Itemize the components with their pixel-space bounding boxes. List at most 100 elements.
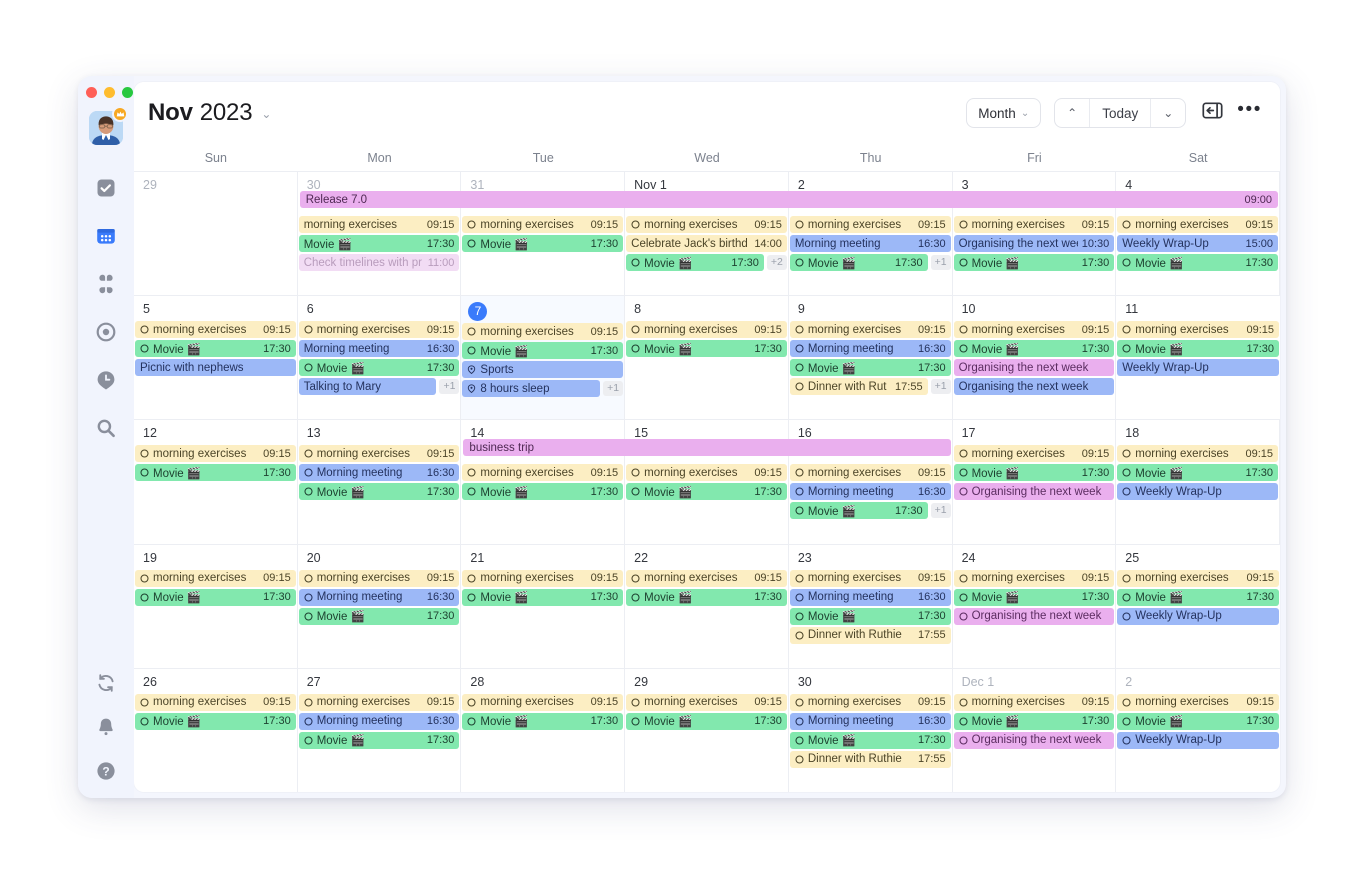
event-chip[interactable]: Morning meeting 16:30: [789, 712, 951, 730]
event-chip[interactable]: morning exercises 09:15: [789, 216, 951, 233]
task-circle-icon[interactable]: [795, 220, 804, 229]
task-circle-icon[interactable]: [795, 755, 804, 764]
event-chip[interactable]: morning exercises 09:15: [953, 321, 1115, 339]
task-circle-icon[interactable]: [140, 698, 149, 707]
task-circle-icon[interactable]: [304, 487, 313, 496]
calendar-day-cell[interactable]: 5 morning exercises 09:15 Movie 🎬 17:30 Picni…: [134, 296, 298, 420]
event-chip[interactable]: morning exercises 09:15: [789, 464, 951, 482]
calendar-day-cell[interactable]: 19 morning exercises 09:15 Movie 🎬 17:30: [134, 544, 298, 668]
event-chip[interactable]: Morning meeting 16:30: [298, 712, 460, 730]
calendar-day-cell[interactable]: 22 morning exercises 09:15 Movie 🎬 17:30: [625, 544, 789, 668]
more-events-badge[interactable]: +1: [603, 381, 624, 397]
task-circle-icon[interactable]: [959, 468, 968, 477]
event-chip[interactable]: morning exercises 09:15: [626, 216, 787, 233]
close-window-button[interactable]: [86, 87, 97, 98]
event-chip[interactable]: Organising the next week: [953, 359, 1115, 377]
event-chip[interactable]: Movie 🎬 17:30: [953, 254, 1115, 271]
event-chip[interactable]: Check timelines with pr 11:00: [298, 254, 460, 271]
task-circle-icon[interactable]: [795, 698, 804, 707]
task-circle-icon[interactable]: [795, 736, 804, 745]
event-chip[interactable]: morning exercises 09:15: [626, 569, 787, 587]
event-chip[interactable]: Movie 🎬 17:30: [953, 464, 1115, 482]
event-chip[interactable]: Movie 🎬 17:30: [626, 588, 787, 606]
task-circle-icon[interactable]: [959, 325, 968, 334]
task-circle-icon[interactable]: [959, 612, 968, 621]
task-circle-icon[interactable]: [1122, 717, 1131, 726]
event-chip[interactable]: morning exercises 09:15: [298, 693, 460, 711]
event-chip[interactable]: Picnic with nephews: [135, 359, 296, 377]
task-circle-icon[interactable]: [959, 344, 968, 353]
sidebar-item-notifications[interactable]: [93, 714, 119, 740]
task-circle-icon[interactable]: [140, 593, 149, 602]
task-circle-icon[interactable]: [959, 717, 968, 726]
event-chip[interactable]: Movie 🎬 17:30: [626, 712, 787, 730]
task-circle-icon[interactable]: [631, 717, 640, 726]
task-circle-icon[interactable]: [795, 631, 804, 640]
event-chip[interactable]: morning exercises 09:15: [626, 464, 787, 482]
task-circle-icon[interactable]: [795, 574, 804, 583]
event-chip[interactable]: Movie 🎬 17:30: [626, 340, 787, 358]
calendar-day-cell[interactable]: 18 morning exercises 09:15 Movie 🎬 17:30 Week…: [1116, 420, 1280, 544]
event-chip[interactable]: Organising the next week: [953, 483, 1115, 501]
task-circle-icon[interactable]: [631, 325, 640, 334]
event-chip[interactable]: Weekly Wrap-Up: [1117, 359, 1279, 377]
sidebar-item-tasks[interactable]: [93, 175, 119, 201]
task-circle-icon[interactable]: [467, 593, 476, 602]
calendar-day-cell[interactable]: 9 morning exercises 09:15 Morning meeting 16…: [789, 296, 953, 420]
event-chip[interactable]: morning exercises 09:15: [953, 569, 1115, 587]
multi-day-event-bar[interactable]: Release 7.0 09:00: [299, 191, 1278, 208]
event-chip[interactable]: morning exercises 09:15: [135, 693, 296, 711]
event-chip[interactable]: Dinner with Ruthie 17:55: [789, 750, 951, 768]
calendar-day-cell[interactable]: 13 morning exercises 09:15 Morning meeting 1…: [298, 420, 462, 544]
more-events-badge[interactable]: +1: [930, 255, 951, 270]
calendar-day-cell[interactable]: 25 morning exercises 09:15 Movie 🎬 17:30 Week…: [1116, 545, 1280, 668]
next-period-button[interactable]: ⌄: [1151, 99, 1185, 127]
event-chip[interactable]: Movie 🎬 17:30: [953, 712, 1115, 730]
sidebar-item-calendar[interactable]: [93, 223, 119, 249]
task-circle-icon[interactable]: [467, 487, 476, 496]
sidebar-item-goals[interactable]: [93, 319, 119, 345]
more-options-button[interactable]: •••: [1237, 100, 1262, 121]
sidebar-item-apps[interactable]: [93, 271, 119, 297]
task-circle-icon[interactable]: [304, 468, 313, 477]
event-chip[interactable]: Movie 🎬 17:30: [953, 340, 1115, 358]
task-circle-icon[interactable]: [631, 698, 640, 707]
event-chip[interactable]: Movie 🎬 17:30: [626, 254, 764, 271]
task-circle-icon[interactable]: [1122, 574, 1131, 583]
event-chip[interactable]: Movie 🎬 17:30: [789, 502, 928, 520]
multi-day-event-bar[interactable]: business trip: [463, 439, 951, 457]
event-chip[interactable]: Movie 🎬 17:30: [135, 464, 296, 482]
task-circle-icon[interactable]: [1122, 487, 1131, 496]
event-chip[interactable]: Organising the next week: [953, 378, 1115, 396]
task-circle-icon[interactable]: [140, 449, 149, 458]
task-circle-icon[interactable]: [1122, 449, 1131, 458]
event-chip[interactable]: Movie 🎬 17:30: [789, 359, 951, 377]
task-circle-icon[interactable]: [304, 574, 313, 583]
task-circle-icon[interactable]: [795, 593, 804, 602]
calendar-day-cell[interactable]: 10 morning exercises 09:15 Movie 🎬 17:30 Orga…: [953, 296, 1117, 420]
event-chip[interactable]: morning exercises 09:15: [789, 569, 951, 587]
task-circle-icon[interactable]: [795, 506, 804, 515]
calendar-day-cell[interactable]: 29: [134, 172, 298, 296]
event-chip[interactable]: Dinner with Rut 17:55: [789, 378, 928, 396]
task-circle-icon[interactable]: [795, 717, 804, 726]
event-chip[interactable]: morning exercises 09:15: [953, 693, 1115, 711]
task-circle-icon[interactable]: [467, 717, 476, 726]
task-circle-icon[interactable]: [1122, 593, 1131, 602]
task-circle-icon[interactable]: [795, 258, 804, 267]
event-chip[interactable]: morning exercises 09:15: [626, 321, 787, 339]
task-circle-icon[interactable]: [959, 258, 968, 267]
task-circle-icon[interactable]: [140, 717, 149, 726]
event-chip[interactable]: Movie 🎬 17:30: [298, 235, 460, 252]
event-chip[interactable]: Morning meeting 16:30: [789, 235, 951, 252]
event-chip[interactable]: Celebrate Jack's birthd 14:00: [626, 235, 787, 252]
calendar-day-cell[interactable]: 20 morning exercises 09:15 Morning meeting 1…: [298, 544, 462, 668]
calendar-day-cell[interactable]: 11 morning exercises 09:15 Movie 🎬 17:30 Week…: [1116, 296, 1280, 419]
event-chip[interactable]: Organising the next week: [953, 731, 1115, 749]
event-chip[interactable]: morning exercises 09:15: [298, 321, 460, 339]
event-chip[interactable]: Movie 🎬 17:30: [462, 712, 624, 730]
event-chip[interactable]: Movie 🎬 17:30: [1117, 340, 1279, 358]
event-chip[interactable]: morning exercises 09:15: [462, 693, 624, 711]
minimize-window-button[interactable]: [104, 87, 115, 98]
task-circle-icon[interactable]: [140, 468, 149, 477]
